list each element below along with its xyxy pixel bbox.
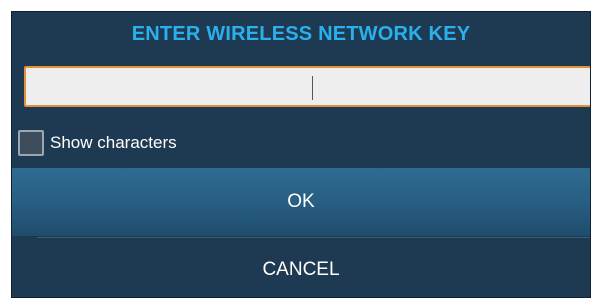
network-key-field[interactable] — [24, 66, 590, 107]
show-characters-row[interactable]: Show characters — [18, 128, 177, 158]
text-caret — [312, 76, 313, 100]
cancel-button[interactable]: CANCEL — [12, 238, 590, 297]
wireless-key-dialog: ENTER WIRELESS NETWORK KEY Show characte… — [11, 11, 591, 298]
network-key-input[interactable] — [26, 68, 590, 105]
show-characters-checkbox[interactable] — [18, 130, 44, 156]
ok-button[interactable]: OK — [12, 168, 590, 236]
show-characters-label[interactable]: Show characters — [50, 133, 177, 153]
dialog-title: ENTER WIRELESS NETWORK KEY — [131, 23, 471, 45]
